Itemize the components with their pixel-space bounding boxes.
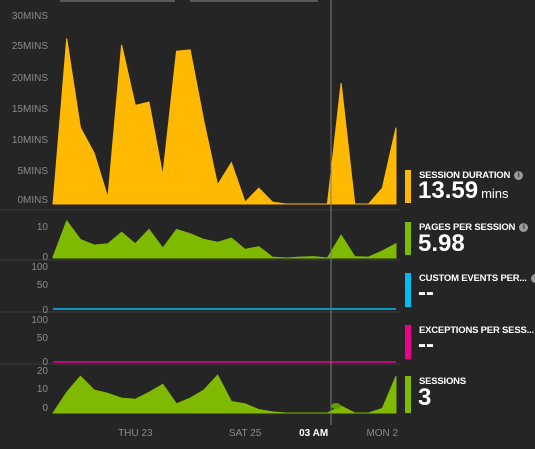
info-icon[interactable]: i xyxy=(519,223,529,232)
y-tick-label: 100 xyxy=(31,262,48,273)
metric-unit: mins xyxy=(481,186,509,201)
metric-sessions[interactable]: SESSIONS 3 xyxy=(405,376,535,416)
y-tick-label: 20MINS xyxy=(12,73,48,84)
series-area xyxy=(52,219,397,259)
y-tick-label: 15MINS xyxy=(12,104,48,115)
y-tick-label: 10 xyxy=(37,222,49,233)
metric-pages-per-session[interactable]: PAGES PER SESSION i 5.98 xyxy=(405,222,535,260)
metric-color-bar xyxy=(405,170,411,203)
y-tick-label: 25MINS xyxy=(12,41,48,52)
metric-value: 3 xyxy=(418,384,432,411)
y-tick-label: 10MINS xyxy=(12,135,48,146)
metric-name: CUSTOM EVENTS PER... xyxy=(419,273,527,284)
metric-custom-events[interactable]: CUSTOM EVENTS PER...i -- xyxy=(405,273,535,313)
info-icon[interactable]: i xyxy=(514,171,524,180)
x-tick-label: MON 2 xyxy=(366,428,398,439)
y-tick-label: 10 xyxy=(37,384,49,395)
metric-value: -- xyxy=(418,279,434,306)
metric-value: -- xyxy=(418,331,434,358)
y-tick-label: 20 xyxy=(37,366,49,377)
metric-value: 13.59 xyxy=(418,177,479,204)
x-tick-label: SAT 25 xyxy=(229,428,262,439)
metric-color-bar xyxy=(405,222,411,255)
y-tick-label: 30MINS xyxy=(12,11,48,22)
metric-session-duration[interactable]: SESSION DURATION i 13.59 mins xyxy=(405,170,535,220)
series-area xyxy=(52,38,397,205)
y-tick-label: 100 xyxy=(31,315,48,326)
metric-color-bar xyxy=(405,376,411,413)
y-tick-label: 50 xyxy=(37,333,49,344)
metric-exceptions[interactable]: EXCEPTIONS PER SESS...i -- xyxy=(405,325,535,365)
series-area xyxy=(52,374,397,414)
metric-value: 5.98 xyxy=(418,230,465,257)
x-tick-label: THU 23 xyxy=(118,428,153,439)
y-tick-label: 0MINS xyxy=(17,195,48,206)
y-tick-label: 50 xyxy=(37,280,49,291)
metric-color-bar xyxy=(405,325,411,359)
cursor-point xyxy=(331,403,341,409)
chart-area: 0MINS 5MINS 10MINS 15MINS 20MINS 25MINS 30MINS… xyxy=(0,0,400,439)
y-tick-label: 5MINS xyxy=(17,166,48,177)
metric-name: EXCEPTIONS PER SESS... xyxy=(419,325,534,336)
info-icon[interactable]: i xyxy=(530,274,535,283)
x-tick-label: 03 AM xyxy=(299,428,328,439)
y-tick-label: 0 xyxy=(42,403,48,414)
metrics-panel: SESSION DURATION i 13.59 mins PAGES PER SE… xyxy=(400,0,535,449)
metric-color-bar xyxy=(405,273,411,307)
